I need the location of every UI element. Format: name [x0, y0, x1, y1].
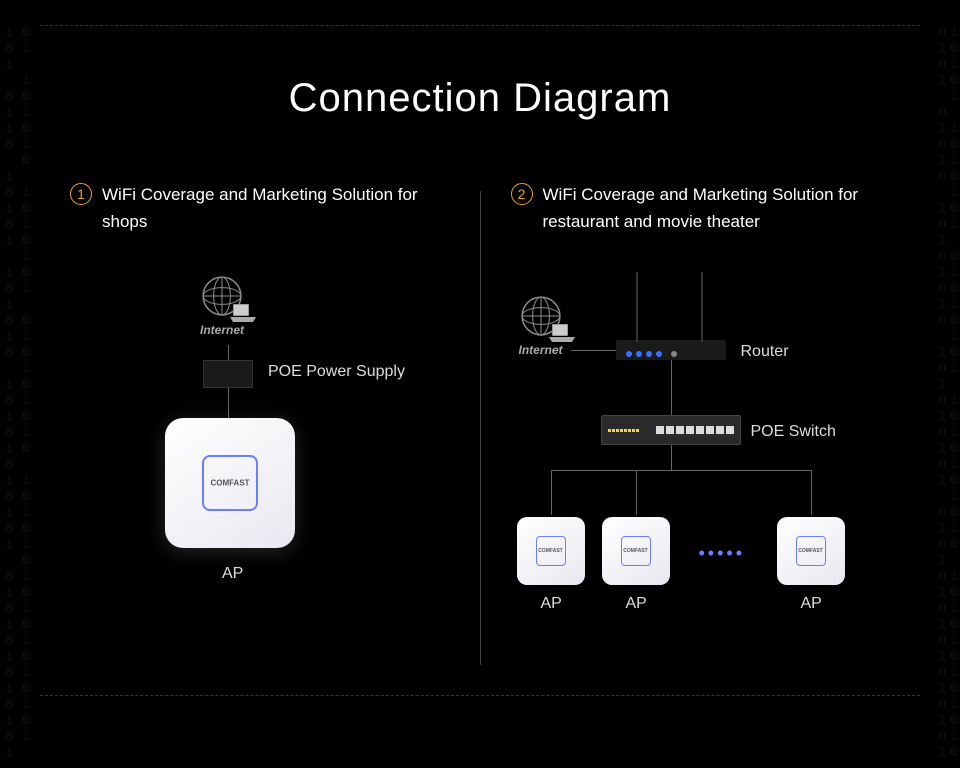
ap-label-3: AP	[801, 595, 822, 613]
section-shops: 1 WiFi Coverage and Marketing Solution f…	[40, 181, 480, 685]
section-title-1: WiFi Coverage and Marketing Solution for…	[102, 181, 450, 235]
ap-brand-2: COMFAST	[623, 548, 647, 554]
page-title: Connection Diagram	[0, 76, 960, 121]
section-title-2: WiFi Coverage and Marketing Solution for…	[543, 181, 891, 235]
internet-block: Internet	[200, 275, 244, 337]
section-restaurant: 2 WiFi Coverage and Marketing Solution f…	[481, 181, 921, 685]
internet-label-2: Internet	[519, 343, 563, 357]
access-point-1: COMFAST	[517, 517, 585, 585]
access-point-2: COMFAST	[602, 517, 670, 585]
poe-supply-label: POE Power Supply	[268, 363, 405, 381]
router-icon	[616, 340, 726, 360]
router-label: Router	[741, 343, 789, 361]
internet-block-2: Internet	[519, 295, 563, 357]
poe-power-supply-icon	[203, 360, 253, 388]
top-divider	[40, 25, 920, 26]
ellipsis-dots: •••••	[699, 543, 746, 564]
circled-number-2: 2	[511, 183, 533, 205]
poe-switch-label: POE Switch	[751, 423, 836, 441]
ap-label-2: AP	[626, 595, 647, 613]
access-point-large: COMFAST	[165, 418, 295, 548]
section-header-1: 1 WiFi Coverage and Marketing Solution f…	[70, 181, 450, 235]
section-header-2: 2 WiFi Coverage and Marketing Solution f…	[511, 181, 891, 235]
circled-number-1: 1	[70, 183, 92, 205]
internet-label: Internet	[200, 323, 244, 337]
poe-switch-icon	[601, 415, 741, 445]
ap-label: AP	[222, 565, 243, 583]
ap-brand-1: COMFAST	[538, 548, 562, 554]
ap-label-1: AP	[541, 595, 562, 613]
bottom-divider	[40, 695, 920, 696]
access-point-3: COMFAST	[777, 517, 845, 585]
ap-brand-3: COMFAST	[798, 548, 822, 554]
ap-brand: COMFAST	[210, 479, 249, 488]
